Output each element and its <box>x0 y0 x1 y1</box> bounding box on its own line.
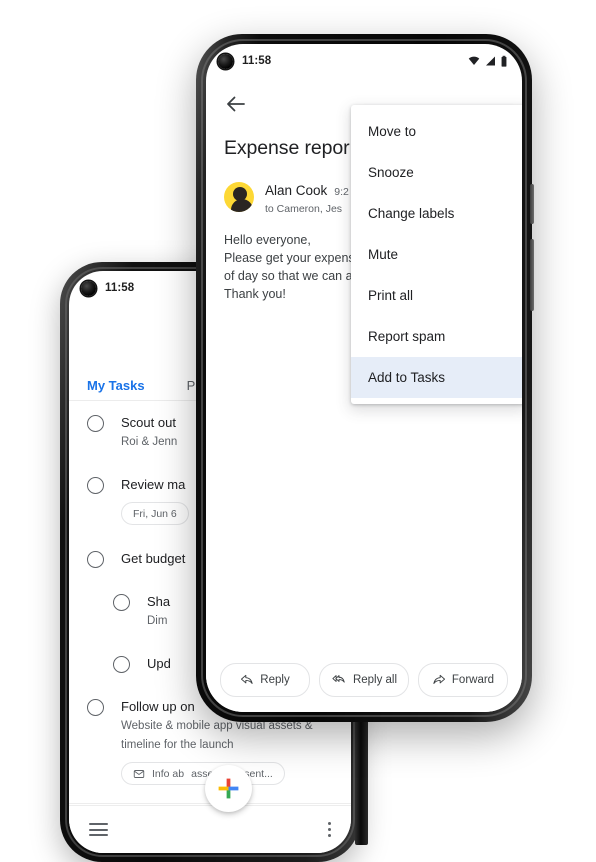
reply-all-button[interactable]: Reply all <box>319 663 409 697</box>
status-left-group: 11:58 <box>81 280 135 296</box>
avatar <box>224 182 254 212</box>
task-email-chip-label: Info ab <box>152 767 185 780</box>
forward-icon <box>433 674 445 684</box>
task-due-date-chip[interactable]: Fri, Jun 6 <box>121 502 189 525</box>
cellular-signal-icon <box>486 56 495 66</box>
mail-reply-bar: Reply Reply all Forward <box>206 648 522 712</box>
battery-icon <box>501 55 507 67</box>
reply-button[interactable]: Reply <box>220 663 310 697</box>
kebab-more-icon[interactable] <box>328 819 331 840</box>
status-left-group: 11:58 <box>218 53 272 69</box>
mail-status-bar: 11:58 <box>206 44 522 78</box>
power-button[interactable] <box>530 239 534 311</box>
hamburger-menu-icon[interactable] <box>89 820 108 840</box>
forward-button[interactable]: Forward <box>418 663 508 697</box>
task-checkbox-icon[interactable] <box>113 656 130 673</box>
google-plus-add-icon <box>218 778 239 799</box>
task-checkbox-icon[interactable] <box>87 477 104 494</box>
mail-timestamp: 9:2 <box>334 186 349 198</box>
sender-line-primary: Alan Cook 9:2 <box>265 183 349 198</box>
mail-phone-device: 11:58 Expense repor Alan Cook 9:2 to Cam… <box>196 34 534 722</box>
front-camera-icon <box>218 53 233 69</box>
sender-text-group: Alan Cook 9:2 to Cameron, Jes <box>265 182 349 215</box>
task-checkbox-icon[interactable] <box>113 594 130 611</box>
sender-name: Alan Cook <box>265 183 328 198</box>
menu-item-report-spam[interactable]: Report spam <box>351 316 522 357</box>
status-time: 11:58 <box>242 55 272 67</box>
tab-my-tasks[interactable]: My Tasks <box>87 378 145 400</box>
reply-icon <box>241 674 253 684</box>
task-due-date-label: Fri, Jun 6 <box>133 507 177 520</box>
task-checkbox-icon[interactable] <box>87 699 104 716</box>
mail-recipients: to Cameron, Jes <box>265 203 343 215</box>
reply-all-icon <box>332 675 345 683</box>
menu-item-print-all[interactable]: Print all <box>351 275 522 316</box>
task-subtitle-line2: timeline for the launch <box>121 739 234 751</box>
front-camera-icon <box>81 280 96 296</box>
status-icons-group <box>467 55 508 68</box>
reply-all-button-label: Reply all <box>352 674 398 686</box>
task-checkbox-icon[interactable] <box>87 415 104 432</box>
menu-item-mute[interactable]: Mute <box>351 234 522 275</box>
tasks-bottom-bar <box>69 805 351 853</box>
status-time: 11:58 <box>105 282 135 294</box>
reply-button-label: Reply <box>260 674 290 686</box>
forward-button-label: Forward <box>451 674 495 686</box>
add-task-fab[interactable] <box>205 765 252 812</box>
task-checkbox-icon[interactable] <box>87 551 104 568</box>
task-linked-email-chip[interactable]: Info ab assets you sent... <box>121 762 285 785</box>
menu-item-add-to-tasks[interactable]: Add to Tasks <box>351 357 522 398</box>
menu-item-snooze[interactable]: Snooze <box>351 152 522 193</box>
overflow-menu: Move to Snooze Change labels Mute Print … <box>351 105 522 404</box>
envelope-icon <box>133 769 145 778</box>
mail-phone-screen: 11:58 Expense repor Alan Cook 9:2 to Cam… <box>206 44 522 712</box>
menu-item-change-labels[interactable]: Change labels <box>351 193 522 234</box>
menu-item-move-to[interactable]: Move to <box>351 111 522 152</box>
phone-stand-stem <box>355 715 368 845</box>
back-arrow-icon[interactable] <box>224 92 248 116</box>
wifi-icon <box>468 56 480 65</box>
volume-button[interactable] <box>530 184 534 224</box>
